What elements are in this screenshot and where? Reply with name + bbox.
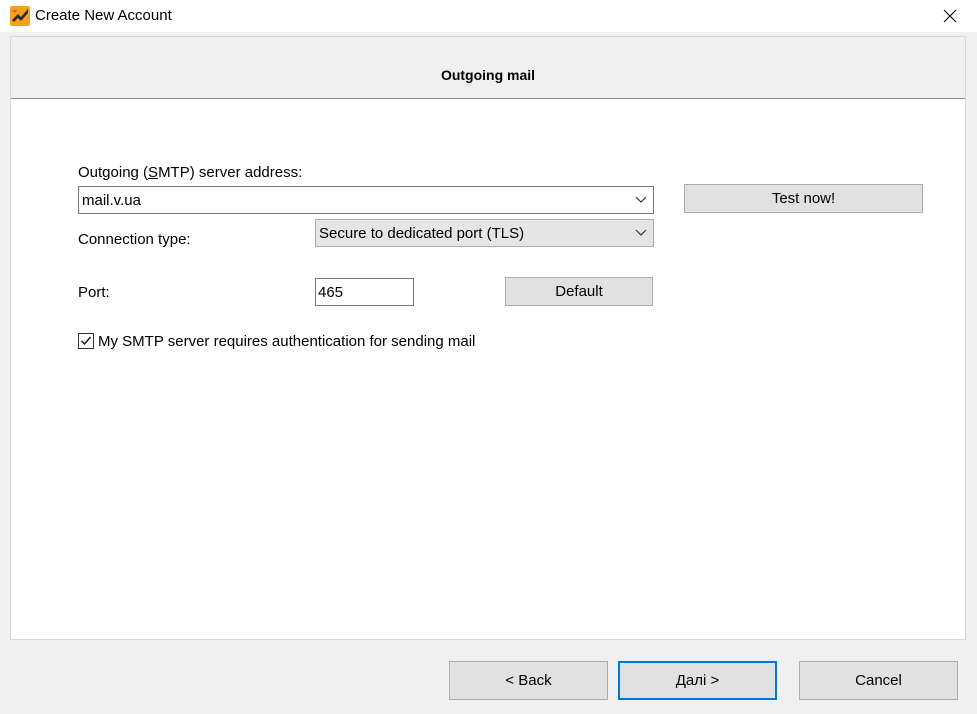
chevron-down-icon[interactable]: [635, 229, 647, 237]
smtp-server-value: mail.v.ua: [82, 192, 141, 209]
next-button[interactable]: Далі >: [618, 661, 777, 700]
port-value: 465: [318, 284, 344, 301]
wizard-header: Outgoing mail: [11, 37, 965, 99]
close-button[interactable]: [933, 0, 967, 32]
smtp-label-part1: Outgoing (: [78, 164, 149, 181]
back-button[interactable]: < Back: [449, 661, 608, 700]
test-now-button[interactable]: Test now!: [684, 184, 923, 213]
title-bar: Create New Account: [0, 0, 977, 32]
close-icon: [943, 9, 957, 23]
default-port-button[interactable]: Default: [505, 277, 653, 306]
window-title: Create New Account: [35, 7, 172, 24]
connection-type-select[interactable]: Secure to dedicated port (TLS): [315, 219, 654, 247]
connection-type-label: Connection type:: [78, 231, 191, 248]
checkmark-icon: [81, 336, 92, 346]
port-input[interactable]: 465: [315, 278, 414, 306]
auth-required-label[interactable]: My SMTP server requires authentication f…: [98, 333, 475, 350]
chevron-down-icon[interactable]: [635, 196, 647, 204]
smtp-label-part2: MTP) server address:: [158, 164, 303, 181]
page-title: Outgoing mail: [440, 67, 536, 83]
smtp-server-combobox[interactable]: mail.v.ua: [78, 186, 654, 214]
connection-type-value: Secure to dedicated port (TLS): [319, 225, 525, 242]
auth-required-checkbox[interactable]: [78, 333, 94, 349]
cancel-button[interactable]: Cancel: [799, 661, 958, 700]
port-label: Port:: [78, 284, 110, 301]
app-logo-icon: [10, 6, 30, 26]
smtp-server-label: Outgoing (SMTP) server address:: [78, 164, 302, 181]
smtp-label-mnemonic: S: [148, 164, 159, 181]
